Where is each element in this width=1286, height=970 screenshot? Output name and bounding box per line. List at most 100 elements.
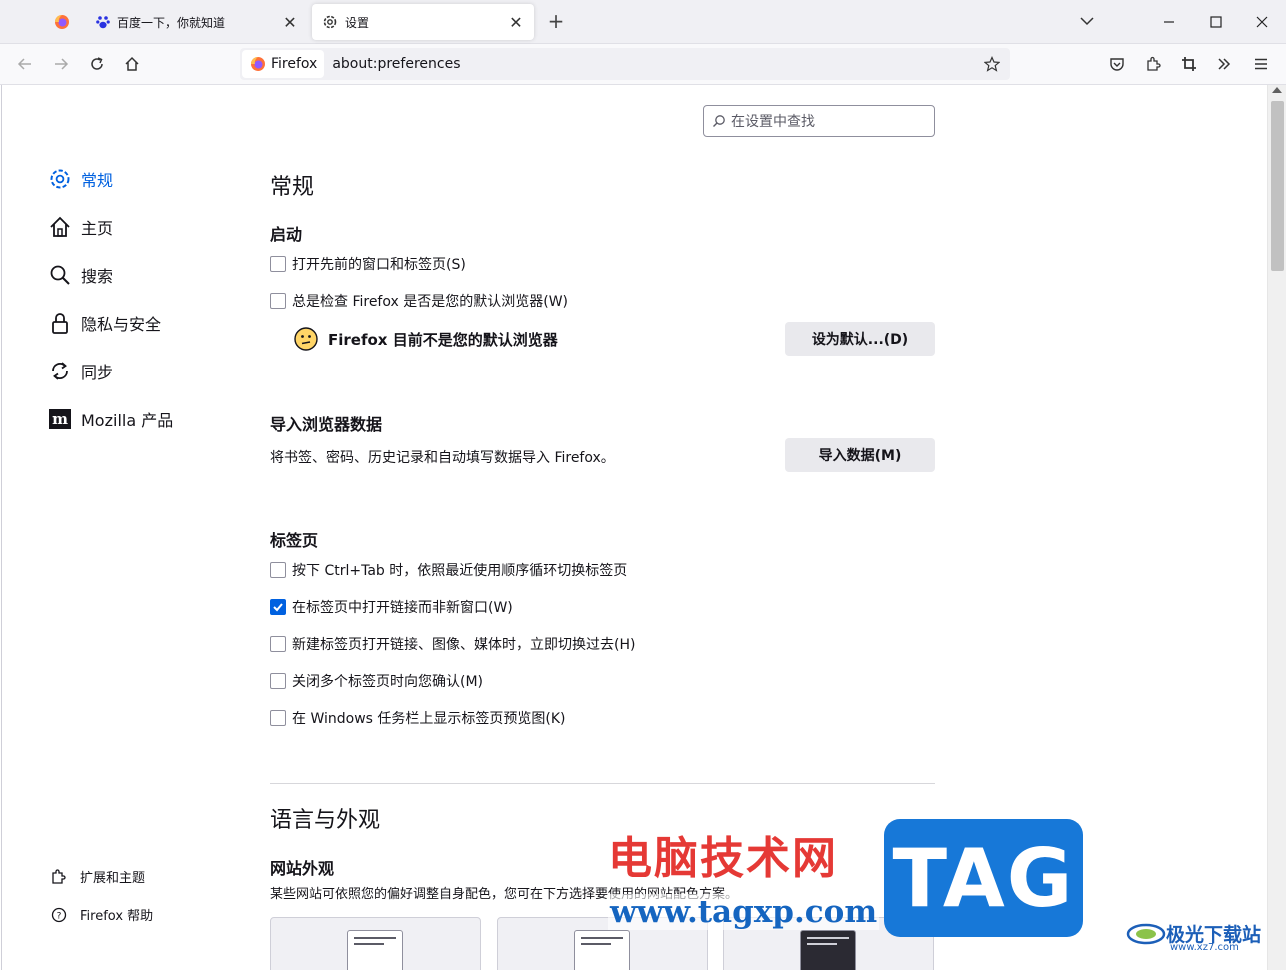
category-label: 主页 [81,219,114,238]
default-browser-status: Firefox 目前不是您的默认浏览器 [294,327,558,351]
pocket-icon [1110,58,1124,71]
category-mozilla-products[interactable]: m Mozilla 产品 [48,407,173,431]
checkbox-label: 关闭多个标签页时向您确认(M) [292,674,484,690]
chevron-down-icon [1080,17,1094,26]
category-label: 隐私与安全 [81,315,162,334]
search-placeholder: 在设置中查找 [731,114,815,130]
warn-on-close-checkbox[interactable]: 关闭多个标签页时向您确认(M) [270,671,483,691]
gear-icon [323,15,337,29]
close-tab-icon[interactable]: ✕ [278,13,302,32]
category-label: 同步 [81,363,114,382]
hamburger-menu-icon [1255,58,1267,70]
tab-strip: 百度一下，你就知道 ✕ 设置 ✕ + [0,0,1286,44]
language-heading: 语言与外观 [270,808,381,833]
list-all-tabs-button[interactable] [1076,10,1098,32]
tabs-heading: 标签页 [270,531,319,550]
new-tab-button[interactable]: + [544,10,568,34]
home-button[interactable] [120,52,144,76]
overflow-button[interactable] [1212,52,1236,76]
crop-icon [1182,57,1196,71]
scroll-up-arrow-icon[interactable] [1272,87,1282,93]
ctrl-tab-checkbox[interactable]: 按下 Ctrl+Tab 时，依照最近使用顺序循环切换标签页 [270,560,627,580]
back-arrow-icon [17,58,31,70]
category-sync[interactable]: 同步 [48,359,113,383]
footer-link-label: 扩展和主题 [80,871,146,886]
checkbox-box[interactable] [270,673,286,689]
pocket-button[interactable] [1105,52,1129,76]
import-data-button[interactable]: 导入数据(M) [785,438,935,472]
category-search[interactable]: 搜索 [48,263,113,287]
close-tab-icon[interactable]: ✕ [504,13,528,32]
puzzle-icon [1147,56,1161,71]
switch-to-new-tabs-checkbox[interactable]: 新建标签页打开链接、图像、媒体时，立即切换过去(H) [270,634,635,654]
category-home[interactable]: 主页 [48,215,113,239]
jiguang-logo-icon [1126,923,1166,945]
gear-icon [48,167,72,191]
scrollbar-thumb[interactable] [1271,101,1284,271]
checkbox-label: 新建标签页打开链接、图像、媒体时，立即切换过去(H) [292,637,636,653]
checkbox-label: 打开先前的窗口和标签页(S) [292,257,466,273]
checkbox-box[interactable] [270,256,286,272]
maximize-button[interactable] [1201,8,1231,36]
checkbox-label: 按下 Ctrl+Tab 时，依照最近使用顺序循环切换标签页 [292,563,628,579]
search-icon [48,263,72,287]
reload-button[interactable] [85,52,109,76]
checkbox-box[interactable] [270,636,286,652]
settings-search-input[interactable]: 在设置中查找 [703,105,935,137]
theme-preview [800,930,856,970]
theme-preview [574,930,630,970]
tab-settings[interactable]: 设置 ✕ [312,4,534,40]
sync-icon [48,359,72,383]
checkmark-icon [273,603,283,612]
watermark-url: www.tagxp.com [608,894,880,930]
svg-text:?: ? [57,911,62,921]
set-default-button[interactable]: 设为默认...(D) [785,322,935,356]
checkbox-box[interactable] [270,710,286,726]
extensions-button[interactable] [1141,52,1165,76]
baidu-paw-icon [96,16,110,29]
default-status-text: Firefox 目前不是您的默认浏览器 [328,330,558,349]
minimize-button[interactable] [1154,8,1184,36]
bookmark-star-button[interactable] [978,56,1006,72]
watermark-tag-logo: TAG [884,819,1083,937]
checkbox-box-checked[interactable] [270,599,286,615]
identity-label: Firefox [271,56,318,72]
color-scheme-option-auto[interactable] [270,917,481,970]
url-text[interactable]: about:preferences [332,56,978,72]
vertical-scrollbar[interactable] [1267,85,1286,970]
jiguang-sub: www.xz7.com [1170,942,1239,953]
page-title: 常规 [270,175,315,200]
watermark-cn-text: 电脑技术网 [608,833,838,884]
website-appearance-heading: 网站外观 [270,859,335,878]
back-button[interactable] [13,52,37,76]
firefox-help-link[interactable]: ? Firefox 帮助 [50,905,153,924]
category-label: 常规 [81,171,114,190]
theme-preview [347,930,403,970]
minimize-icon [1164,21,1174,23]
taskbar-previews-checkbox[interactable]: 在 Windows 任务栏上显示标签页预览图(K) [270,708,566,728]
search-icon [713,115,725,127]
extensions-and-themes-link[interactable]: 扩展和主题 [50,867,145,886]
app-menu-button[interactable] [1249,52,1273,76]
close-window-button[interactable] [1247,8,1277,36]
open-links-in-tabs-checkbox[interactable]: 在标签页中打开链接而非新窗口(W) [270,597,513,617]
tab-baidu[interactable]: 百度一下，你就知道 ✕ [86,4,308,40]
svg-text:m: m [52,410,68,428]
check-default-checkbox[interactable]: 总是检查 Firefox 是否是您的默认浏览器(W) [270,291,568,311]
screenshot-button[interactable] [1177,52,1201,76]
close-icon [1256,16,1268,28]
checkbox-box[interactable] [270,293,286,309]
category-privacy[interactable]: 隐私与安全 [48,311,161,335]
star-icon [984,56,1000,72]
category-general[interactable]: 常规 [48,167,113,191]
checkbox-box[interactable] [270,562,286,578]
startup-heading: 启动 [270,225,303,244]
import-heading: 导入浏览器数据 [270,415,383,434]
identity-box[interactable]: Firefox [242,50,325,78]
double-chevron-right-icon [1218,58,1231,70]
restore-session-checkbox[interactable]: 打开先前的窗口和标签页(S) [270,254,466,274]
firefox-logo-icon [55,15,69,29]
tab-pinned-firefox[interactable] [40,4,84,40]
forward-button[interactable] [49,52,73,76]
url-bar[interactable]: Firefox about:preferences [240,48,1010,80]
